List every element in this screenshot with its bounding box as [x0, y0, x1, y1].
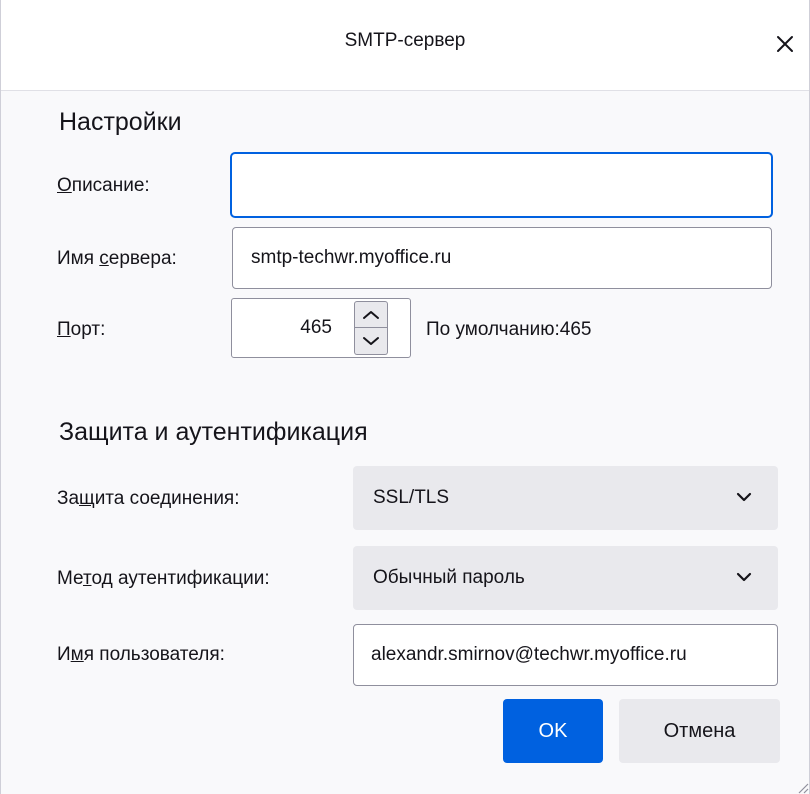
description-label-text: писание: [71, 175, 150, 196]
port-stepper[interactable]: 465 [231, 298, 411, 358]
connection-security-label-accel: щ [79, 488, 95, 509]
server-name-input[interactable] [232, 227, 772, 289]
server-name-label-text: ервера: [108, 248, 177, 269]
chevron-down-icon [736, 572, 752, 582]
server-name-label-prefix: Имя [57, 248, 100, 269]
port-label-accel: П [57, 319, 71, 340]
username-label-text: я пользователя: [83, 644, 225, 665]
server-name-label-accel: с [99, 248, 109, 269]
description-label: Описание: [57, 175, 150, 197]
connection-security-label-text: ита соединения: [94, 488, 240, 509]
port-default-text: По умолчанию:465 [426, 319, 592, 340]
security-section-title: Защита и аутентификация [59, 418, 368, 446]
username-input[interactable] [353, 624, 778, 686]
title-bar: SMTP-сервер [1, 0, 809, 91]
chevron-down-icon [363, 337, 379, 345]
port-label-text: орт: [70, 319, 106, 340]
server-name-label: Имя сервера: [57, 248, 177, 270]
connection-security-select[interactable]: SSL/TLS [353, 466, 778, 530]
auth-method-value: Обычный пароль [373, 567, 525, 588]
close-button[interactable] [763, 22, 807, 66]
port-label: Порт: [57, 319, 105, 341]
close-icon [777, 36, 793, 52]
description-label-accel: О [57, 175, 72, 196]
auth-method-label-text: од аутентификации: [91, 568, 270, 589]
port-increment-button[interactable] [354, 301, 388, 328]
connection-security-label-prefix: За [57, 488, 80, 509]
connection-security-value: SSL/TLS [373, 487, 450, 508]
description-input[interactable] [230, 152, 773, 218]
auth-method-label-prefix: Ме [57, 568, 83, 589]
port-spinner [354, 301, 388, 355]
port-value[interactable]: 465 [300, 317, 332, 339]
chevron-up-icon [363, 310, 379, 319]
auth-method-label: Метод аутентификации: [57, 568, 270, 590]
username-label: Имя пользователя: [57, 644, 225, 666]
connection-security-label: Защита соединения: [57, 488, 240, 510]
username-label-prefix: И [57, 644, 71, 665]
cancel-button[interactable]: Отмена [619, 699, 780, 763]
settings-section-title: Настройки [59, 108, 182, 136]
chevron-down-icon [736, 492, 752, 502]
window-title: SMTP-сервер [344, 30, 466, 51]
ok-button[interactable]: OK [503, 699, 603, 763]
resize-grip-icon[interactable] [795, 780, 809, 794]
auth-method-select[interactable]: Обычный пароль [353, 546, 778, 610]
port-decrement-button[interactable] [354, 328, 388, 355]
username-label-accel: м [70, 644, 84, 665]
smtp-server-dialog: SMTP-сервер Настройки Описание: Имя серв… [0, 0, 810, 794]
